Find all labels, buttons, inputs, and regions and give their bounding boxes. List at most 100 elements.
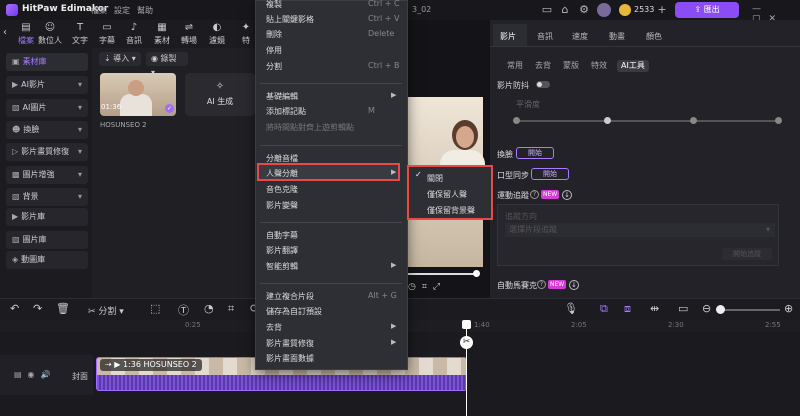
fit-icon[interactable]: ⇹ bbox=[650, 302, 659, 315]
sidebar-item-gif-library[interactable]: ◈ 動圖庫 bbox=[6, 251, 88, 269]
snapshot-icon[interactable]: ▭ bbox=[678, 302, 688, 315]
cover-label[interactable]: 封面 bbox=[72, 371, 88, 382]
zoom-slider[interactable] bbox=[716, 309, 780, 311]
speed-icon[interactable]: ◔ bbox=[204, 302, 214, 315]
menu-item[interactable]: 分割 bbox=[266, 61, 282, 72]
menu-item[interactable]: 添加標記點 bbox=[266, 106, 306, 117]
add-coins-icon[interactable]: + bbox=[655, 3, 669, 17]
marker-icon[interactable]: ⬚ bbox=[150, 302, 160, 315]
menu-item[interactable]: 影片變聲 bbox=[266, 200, 298, 211]
menu-item[interactable]: 基礎編輯 bbox=[266, 91, 298, 102]
tab-transition[interactable]: ⇌ 轉場 bbox=[176, 22, 202, 46]
sidebar-item-background[interactable]: ▧ 背景 ▾ bbox=[6, 188, 88, 206]
split-button[interactable]: ✂ 分割 ▾ bbox=[88, 304, 124, 317]
preview-controls[interactable]: ◷⌗⤢ bbox=[408, 282, 446, 292]
sidebar-item-image-library[interactable]: ▨ 圖片庫 bbox=[6, 231, 88, 249]
smoothness-slider[interactable] bbox=[516, 120, 778, 122]
menu-item[interactable]: 建立複合片段 bbox=[266, 291, 314, 302]
tab-audio[interactable]: 音訊 bbox=[537, 31, 553, 42]
redo-icon[interactable]: ↷ bbox=[33, 302, 42, 315]
preview-scrubber[interactable] bbox=[408, 273, 478, 275]
menu-item[interactable]: 影片畫面數據 bbox=[266, 353, 314, 364]
crop-icon[interactable]: ⌗ bbox=[228, 302, 234, 316]
import-button[interactable]: ⇣ 導入 ▾ bbox=[99, 52, 141, 66]
download-icon[interactable]: ↓ bbox=[569, 280, 579, 290]
subtab-remove-bg[interactable]: 去背 bbox=[531, 60, 555, 72]
subtab-ai-tools[interactable]: AI工具 bbox=[617, 60, 649, 72]
menu-item[interactable]: 人聲分離 bbox=[266, 168, 298, 179]
help-icon[interactable]: ? bbox=[530, 190, 539, 199]
tab-audio[interactable]: ♪ 音訊 bbox=[121, 22, 147, 46]
link-icon[interactable]: ⧉ bbox=[600, 302, 608, 316]
sidebar-item-image-enhance[interactable]: ▩ 圖片增強 ▾ bbox=[6, 166, 88, 184]
sidebar-item-face-swap[interactable]: ☻ 換臉 ▾ bbox=[6, 121, 88, 139]
start-tracking-button[interactable]: 開始追蹤 bbox=[722, 248, 772, 260]
menu-item[interactable]: 儲存為自訂預設 bbox=[266, 306, 322, 317]
stabilize-toggle[interactable] bbox=[536, 81, 550, 88]
zoom-out-icon[interactable]: ⊖ bbox=[702, 302, 711, 315]
subtab-common[interactable]: 常用 bbox=[503, 60, 527, 72]
sidebar-item-ai-video[interactable]: ▶ AI影片 ▾ bbox=[6, 76, 88, 94]
track-controls-icons[interactable]: ▤◉🔊 bbox=[14, 370, 57, 379]
menu-item[interactable]: 去背 bbox=[266, 322, 282, 333]
tab-text[interactable]: T 文字 bbox=[67, 22, 93, 46]
tab-file[interactable]: ▤ 檔案 bbox=[13, 22, 39, 46]
tab-video[interactable]: 影片 bbox=[500, 31, 516, 42]
help-icon[interactable]: ? bbox=[537, 280, 546, 289]
zoom-in-icon[interactable]: ⊕ bbox=[784, 302, 793, 315]
tab-subtitle[interactable]: ▭ 字幕 bbox=[94, 22, 120, 46]
menu-item[interactable]: 複製 bbox=[266, 0, 282, 10]
tab-digital-human[interactable]: ☺ 數位人 bbox=[37, 22, 63, 46]
tab-color[interactable]: 顏色 bbox=[646, 31, 662, 42]
chevron-down-icon: ▾ bbox=[77, 103, 82, 112]
menu-item[interactable]: 音色克隆 bbox=[266, 184, 298, 195]
menu-item[interactable]: 影片翻譯 bbox=[266, 245, 298, 256]
subtab-effects[interactable]: 特效 bbox=[587, 60, 611, 72]
settings-icon[interactable]: ⚙ bbox=[577, 3, 591, 17]
tab-animation[interactable]: 動畫 bbox=[609, 31, 625, 42]
tab-filter[interactable]: ◐ 濾鏡 bbox=[204, 22, 230, 46]
sidebar-item-video-library[interactable]: ▶ 影片庫 bbox=[6, 208, 88, 226]
menu-item[interactable]: 刪除 bbox=[266, 29, 282, 40]
menu-item[interactable]: 自動字幕 bbox=[266, 230, 298, 241]
text-tool-icon[interactable]: Ⓣ bbox=[178, 302, 189, 318]
subtab-mask[interactable]: 蒙版 bbox=[559, 60, 583, 72]
face-swap-start-button[interactable]: 開始 bbox=[516, 147, 554, 159]
smoothness-handle[interactable] bbox=[604, 117, 611, 124]
menu-item[interactable]: 停用 bbox=[266, 45, 282, 56]
menu-item[interactable]: 影片畫質修復 bbox=[266, 338, 314, 349]
scissor-icon[interactable]: ✂ bbox=[460, 336, 473, 349]
menu-item[interactable]: 智能剪輯 bbox=[266, 261, 298, 272]
menu-file[interactable]: 檔案 bbox=[91, 5, 107, 16]
menu-item[interactable]: 分離音檔 bbox=[266, 153, 298, 164]
delete-icon[interactable]: 🗑 bbox=[56, 302, 70, 315]
playhead-handle[interactable] bbox=[462, 320, 471, 329]
submenu-background-only[interactable]: 僅保留背景聲 bbox=[427, 205, 475, 216]
menu-item[interactable]: 貼上關鍵影格 bbox=[266, 14, 314, 25]
gift-icon[interactable]: ⌂ bbox=[558, 3, 572, 17]
preview-scrubber-handle[interactable] bbox=[473, 270, 480, 277]
undo-icon[interactable]: ↶ bbox=[10, 302, 19, 315]
submenu-off[interactable]: 關閉 bbox=[427, 173, 443, 184]
back-icon[interactable]: ‹ bbox=[3, 27, 7, 38]
monitor-icon[interactable]: ▭ bbox=[540, 3, 554, 17]
ai-generate-card[interactable]: ✧ AI 生成 bbox=[185, 73, 255, 116]
microphone-icon[interactable]: 🎙 bbox=[564, 302, 578, 315]
tab-speed[interactable]: 速度 bbox=[572, 31, 588, 42]
magnet-icon[interactable]: ⧈ bbox=[624, 302, 631, 316]
sidebar-item-ai-image[interactable]: ▨ AI圖片 ▾ bbox=[6, 99, 88, 117]
submenu-vocals-only[interactable]: 僅保留人聲 bbox=[427, 189, 467, 200]
text-icon: T bbox=[76, 22, 84, 33]
sidebar-item-video-enhance[interactable]: ▷ 影片畫質修復 ▾ bbox=[6, 143, 88, 161]
zoom-slider-handle[interactable] bbox=[716, 305, 725, 314]
menu-help[interactable]: 幫助 bbox=[137, 5, 153, 16]
export-button[interactable]: ⇪ 匯出 bbox=[675, 2, 739, 18]
lipsync-start-button[interactable]: 開始 bbox=[531, 168, 569, 180]
tab-material[interactable]: ▦ 素材 bbox=[149, 22, 175, 46]
user-avatar[interactable] bbox=[597, 3, 611, 17]
record-button[interactable]: ◉ 錄製 ▾ bbox=[146, 52, 188, 77]
track-select[interactable]: 選擇片段追蹤 ▾ bbox=[505, 223, 775, 237]
menu-settings[interactable]: 設定 bbox=[114, 5, 130, 16]
download-icon[interactable]: ↓ bbox=[562, 190, 572, 200]
sidebar-item-library[interactable]: ▣ 素材庫 bbox=[6, 53, 88, 71]
